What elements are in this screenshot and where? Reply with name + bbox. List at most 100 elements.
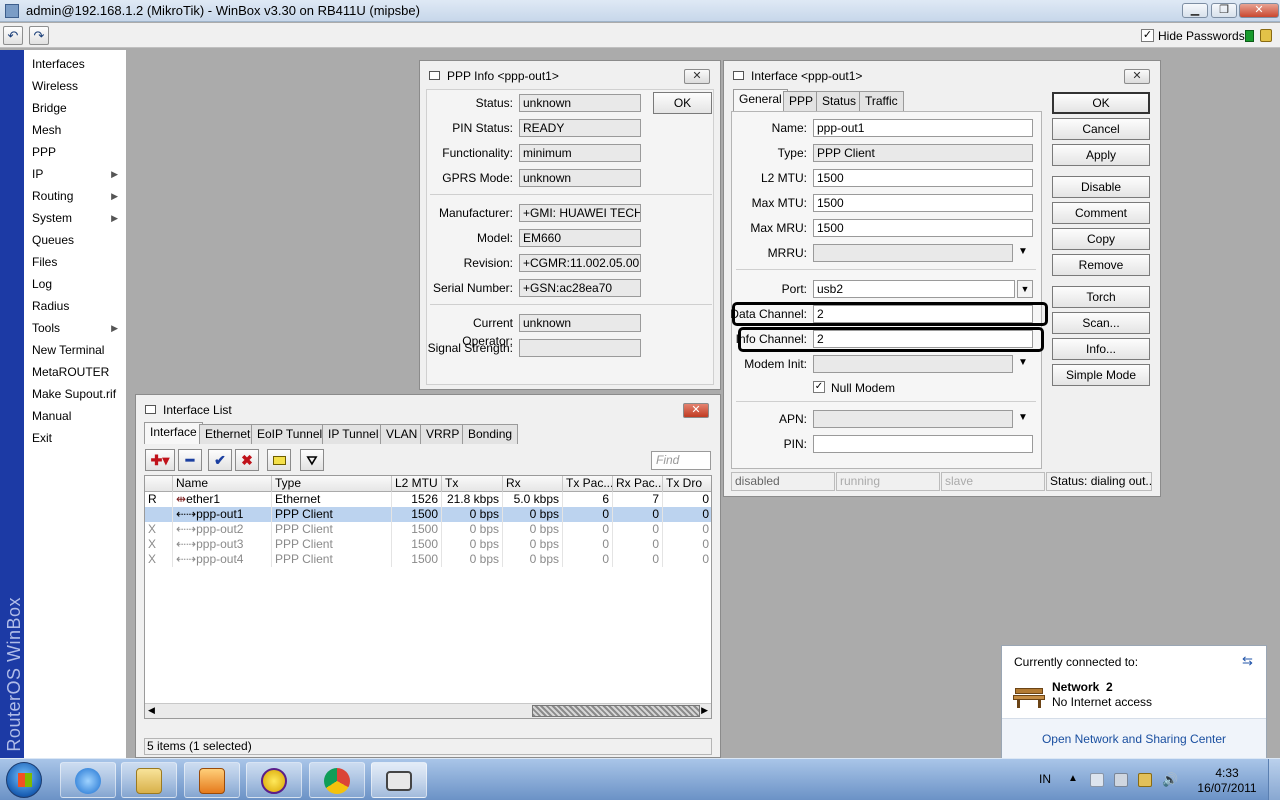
tab-ppp[interactable]: PPP: [783, 91, 820, 111]
max-mru-input[interactable]: 1500: [813, 219, 1033, 237]
col-rx[interactable]: Rx: [503, 476, 563, 492]
ppp-info-close-button[interactable]: ✕: [684, 69, 710, 84]
comment-button[interactable]: [267, 449, 291, 471]
apn-input[interactable]: [813, 410, 1013, 428]
tab-status[interactable]: Status: [816, 91, 863, 111]
interface-dialog-titlebar[interactable]: Interface <ppp-out1> ✕: [724, 61, 1160, 89]
taskbar-file-explorer[interactable]: [121, 762, 177, 798]
ok-button[interactable]: OK: [1052, 92, 1150, 114]
port-dropdown-icon[interactable]: ▼: [1017, 280, 1033, 298]
scroll-right-icon[interactable]: ▶: [701, 705, 708, 716]
sidebar-item-files[interactable]: Files: [24, 251, 126, 273]
find-input[interactable]: Find: [651, 451, 711, 470]
interface-dialog-close-button[interactable]: ✕: [1124, 69, 1150, 84]
taskbar-yahoo-messenger[interactable]: [246, 762, 302, 798]
tab-eoip-tunnel[interactable]: EoIP Tunnel: [251, 424, 329, 444]
filter-button[interactable]: ⛛: [300, 449, 324, 471]
table-row[interactable]: X ⇠⇢ppp-out3 PPP Client 1500 0 bps 0 bps…: [145, 537, 711, 552]
sidebar-item-metarouter[interactable]: MetaROUTER: [24, 361, 126, 383]
sidebar-item-bridge[interactable]: Bridge: [24, 97, 126, 119]
interface-list-close-button[interactable]: ✕: [683, 403, 709, 418]
undo-button[interactable]: ↶: [3, 26, 23, 45]
open-network-center-link[interactable]: Open Network and Sharing Center: [1002, 718, 1266, 758]
col-tx-drops[interactable]: Tx Dro: [663, 476, 711, 492]
max-mtu-input[interactable]: 1500: [813, 194, 1033, 212]
remove-button[interactable]: ━: [178, 449, 202, 471]
show-desktop-button[interactable]: [1268, 759, 1280, 800]
apply-button[interactable]: Apply: [1052, 144, 1150, 166]
interface-list-titlebar[interactable]: Interface List ✕: [136, 395, 720, 423]
remove-button[interactable]: Remove: [1052, 254, 1150, 276]
sidebar-item-queues[interactable]: Queues: [24, 229, 126, 251]
mrru-input[interactable]: [813, 244, 1013, 262]
disable-button[interactable]: Disable: [1052, 176, 1150, 198]
horizontal-scrollbar[interactable]: ◀ ▶: [145, 703, 711, 718]
sidebar-item-mesh[interactable]: Mesh: [24, 119, 126, 141]
copy-button[interactable]: Copy: [1052, 228, 1150, 250]
scrollbar-thumb[interactable]: [532, 705, 700, 717]
taskbar-chrome[interactable]: [309, 762, 365, 798]
refresh-icon[interactable]: ⇆: [1242, 653, 1253, 669]
col-type[interactable]: Type: [272, 476, 392, 492]
cancel-button[interactable]: Cancel: [1052, 118, 1150, 140]
sidebar-item-manual[interactable]: Manual: [24, 405, 126, 427]
taskbar-internet-explorer[interactable]: [60, 762, 116, 798]
hide-passwords-checkbox[interactable]: ✓: [1141, 29, 1154, 43]
port-select[interactable]: usb2: [813, 280, 1015, 298]
pin-input[interactable]: [813, 435, 1033, 453]
col-tx-packets[interactable]: Tx Pac...: [563, 476, 613, 492]
sidebar-item-routing[interactable]: Routing ▶: [24, 185, 126, 207]
ppp-info-titlebar[interactable]: PPP Info <ppp-out1> ✕: [420, 61, 720, 89]
table-row[interactable]: R ⇹ether1 Ethernet 1526 21.8 kbps 5.0 kb…: [145, 492, 711, 507]
simple-mode-button[interactable]: Simple Mode: [1052, 364, 1150, 386]
table-row[interactable]: X ⇠⇢ppp-out4 PPP Client 1500 0 bps 0 bps…: [145, 552, 711, 567]
tab-vlan[interactable]: VLAN: [380, 424, 424, 444]
sidebar-item-tools[interactable]: Tools ▶: [24, 317, 126, 339]
col-rx-packets[interactable]: Rx Pac...: [613, 476, 663, 492]
mrru-dropdown-icon[interactable]: ▼: [1018, 246, 1028, 257]
torch-button[interactable]: Torch: [1052, 286, 1150, 308]
minimize-button[interactable]: ▁: [1182, 3, 1208, 18]
input-language[interactable]: IN: [1039, 772, 1051, 786]
device-icon[interactable]: [1114, 773, 1128, 787]
scan-button[interactable]: Scan...: [1052, 312, 1150, 334]
system-clock[interactable]: 4:33 16/07/2011: [1196, 766, 1258, 796]
action-center-icon[interactable]: [1090, 773, 1104, 787]
sidebar-item-new-terminal[interactable]: New Terminal: [24, 339, 126, 361]
show-hidden-icons-icon[interactable]: ▲: [1068, 773, 1078, 784]
scroll-left-icon[interactable]: ◀: [148, 705, 155, 716]
modem-init-input[interactable]: [813, 355, 1013, 373]
modem-init-dropdown-icon[interactable]: ▼: [1018, 357, 1028, 368]
hide-passwords-toggle[interactable]: ✓ Hide Passwords: [1141, 28, 1245, 43]
tab-traffic[interactable]: Traffic: [859, 91, 904, 111]
col-flag[interactable]: [145, 476, 173, 492]
null-modem-checkbox[interactable]: ✓: [813, 381, 825, 393]
close-button[interactable]: ✕: [1239, 3, 1279, 18]
sidebar-item-radius[interactable]: Radius: [24, 295, 126, 317]
tab-vrrp[interactable]: VRRP: [420, 424, 466, 444]
tab-bonding[interactable]: Bonding: [462, 424, 519, 444]
ppp-info-ok-button[interactable]: OK: [653, 92, 712, 114]
maximize-button[interactable]: ❐: [1211, 3, 1237, 18]
taskbar-media-player[interactable]: [184, 762, 240, 798]
volume-icon[interactable]: 🔊: [1162, 773, 1178, 787]
tab-general[interactable]: General: [733, 89, 788, 111]
tab-ip-tunnel[interactable]: IP Tunnel: [322, 424, 385, 444]
disable-button[interactable]: ✖: [235, 449, 259, 471]
tab-ethernet[interactable]: Ethernet: [199, 424, 257, 444]
name-input[interactable]: ppp-out1: [813, 119, 1033, 137]
sidebar-item-exit[interactable]: Exit: [24, 427, 126, 449]
l2mtu-input[interactable]: 1500: [813, 169, 1033, 187]
network-icon[interactable]: [1138, 773, 1152, 787]
sidebar-item-make-supout[interactable]: Make Supout.rif: [24, 383, 126, 405]
enable-button[interactable]: ✔: [208, 449, 232, 471]
table-row-selected[interactable]: ⇠⇢ppp-out1 PPP Client 1500 0 bps 0 bps 0…: [145, 507, 711, 522]
col-tx[interactable]: Tx: [442, 476, 503, 492]
sidebar-item-ppp[interactable]: PPP: [24, 141, 126, 163]
redo-button[interactable]: ↷: [29, 26, 49, 45]
col-l2mtu[interactable]: L2 MTU: [392, 476, 442, 492]
sidebar-item-wireless[interactable]: Wireless: [24, 75, 126, 97]
sidebar-item-log[interactable]: Log: [24, 273, 126, 295]
tab-interface[interactable]: Interface: [144, 422, 203, 444]
sidebar-item-system[interactable]: System ▶: [24, 207, 126, 229]
